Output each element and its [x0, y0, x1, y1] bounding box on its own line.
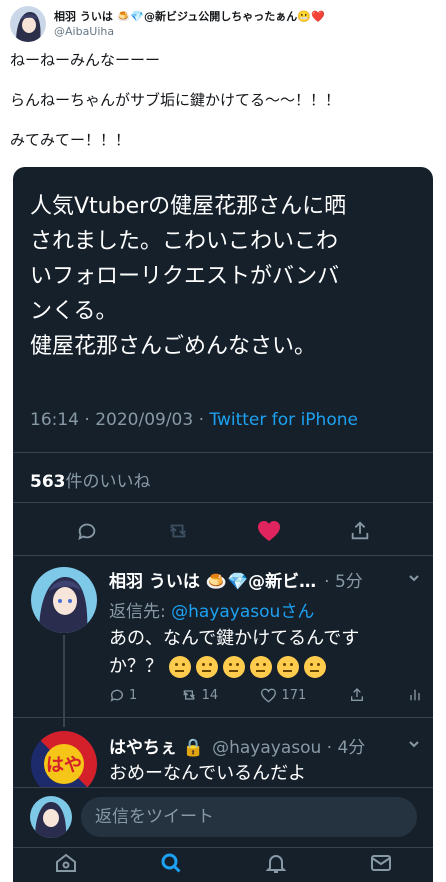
- thinking-face-icon: [195, 656, 218, 678]
- replying-suffix: さん: [280, 602, 315, 622]
- retweet-icon[interactable]: [164, 517, 192, 545]
- quoted-line: 人気Vtuberの健屋花那さんに晒: [30, 194, 347, 219]
- reply-text: あの、なんで鍵かけてるんです か？？: [109, 625, 419, 681]
- reply-author-avatar[interactable]: [31, 567, 97, 633]
- reply-text-line: か？？: [109, 656, 163, 677]
- quoted-line: いフォローリクエストがバンバ: [30, 264, 340, 289]
- thinking-face-icon: [276, 656, 299, 678]
- likes-count: 563: [30, 472, 66, 492]
- tweet-line: ねーねーみんなーーー: [10, 51, 161, 69]
- tweet-timestamp: 16:14 · 2020/09/03 · Twitter for iPhone: [30, 410, 358, 430]
- reply-compose-input[interactable]: 返信をツイート: [81, 797, 417, 837]
- reply2-author-name[interactable]: はやちぇ 🔒: [109, 733, 204, 758]
- outer-tweet-body: ねーねーみんなーーー らんねーちゃんがサブ垢に鍵かけてる〜〜！！！ みてみてー！…: [10, 50, 436, 170]
- like-count: 171: [281, 687, 307, 703]
- reply-actions: 1 14 171: [109, 687, 423, 703]
- reply-retweet-button[interactable]: 14: [180, 687, 219, 703]
- reply-like-button[interactable]: 171: [260, 688, 306, 703]
- quoted-tweet-text: 人気Vtuberの健屋花那さんに晒 されました。こわいこわいこわ いフォローリク…: [30, 189, 425, 364]
- reply-icon: [110, 689, 123, 702]
- tweet-line: みてみてー！！！: [10, 131, 131, 149]
- reply2-handle-time: @hayayasou · 4分: [212, 738, 366, 758]
- thread-line: [63, 635, 65, 727]
- thinking-face-icon: [168, 656, 191, 678]
- reply-icon[interactable]: [73, 517, 101, 545]
- reply-reply-button[interactable]: 1: [109, 687, 137, 703]
- reply-compose-bar: 返信をツイート: [13, 787, 433, 845]
- replying-handle[interactable]: @hayayasou: [171, 602, 280, 622]
- reply-text-line: あの、なんで鍵かけてるんです: [109, 628, 360, 649]
- timestamp-text: 16:14 · 2020/09/03 ·: [30, 410, 210, 430]
- thinking-emoji-row: [168, 656, 326, 678]
- svg-text:はや: はや: [46, 755, 82, 776]
- divider: [13, 555, 433, 556]
- likes-summary[interactable]: 563件のいいね: [30, 467, 151, 492]
- replying-prefix: 返信先:: [109, 602, 172, 622]
- source-link[interactable]: Twitter for iPhone: [209, 410, 358, 430]
- home-icon[interactable]: [54, 851, 78, 879]
- notifications-icon[interactable]: [264, 851, 288, 879]
- quoted-line: 健屋花那さんごめんなさい。: [30, 334, 317, 359]
- reply-header: 相羽 ういは 🍮💎@新ビ… · 5分: [109, 567, 423, 592]
- chevron-down-icon[interactable]: [407, 736, 421, 756]
- embedded-screenshot[interactable]: 人気Vtuberの健屋花那さんに晒 されました。こわいこわいこわ いフォローリク…: [13, 167, 433, 882]
- likes-label: 件のいいね: [65, 472, 151, 492]
- quoted-line: されました。こわいこわいこわ: [30, 229, 339, 254]
- reply-count: 1: [129, 687, 138, 703]
- thinking-face-icon: [222, 656, 245, 678]
- reply2-header: はやちぇ 🔒 @hayayasou · 4分: [109, 733, 423, 758]
- search-icon[interactable]: [159, 851, 183, 879]
- author-avatar[interactable]: [10, 6, 46, 42]
- retweet-icon: [182, 690, 195, 700]
- thinking-face-icon: [249, 656, 272, 678]
- messages-icon[interactable]: [369, 851, 393, 879]
- compose-avatar: [30, 796, 72, 838]
- share-icon[interactable]: [349, 687, 365, 703]
- reply-time: · 5分: [324, 572, 363, 592]
- divider: [13, 452, 433, 453]
- like-icon[interactable]: [255, 517, 283, 545]
- thinking-face-icon: [303, 656, 326, 678]
- retweet-count: 14: [201, 687, 219, 703]
- replying-to: 返信先: @hayayasouさん: [109, 597, 314, 622]
- quoted-line: ンくる。: [30, 299, 118, 324]
- bottom-nav: [13, 847, 433, 882]
- author-handle[interactable]: @AibaUiha: [54, 24, 325, 39]
- outer-tweet-header: 相羽 ういは 🍮💎@新ビジュ公開しちゃったぁん😬❤️ @AibaUiha: [10, 4, 438, 44]
- share-icon[interactable]: [346, 517, 374, 545]
- chevron-down-icon[interactable]: [407, 570, 421, 590]
- analytics-icon[interactable]: [407, 687, 423, 703]
- tweet-actions: [13, 513, 433, 549]
- tweet-line: らんねーちゃんがサブ垢に鍵かけてる〜〜！！！: [10, 91, 341, 109]
- author-name[interactable]: 相羽 ういは 🍮💎@新ビジュ公開しちゃったぁん😬❤️: [54, 9, 325, 24]
- reply2-text: おめーなんでいるんだよ: [109, 763, 307, 784]
- heart-icon: [261, 688, 277, 702]
- divider: [13, 502, 433, 503]
- reply-author-name[interactable]: 相羽 ういは 🍮💎@新ビ…: [109, 567, 316, 592]
- divider: [13, 717, 433, 718]
